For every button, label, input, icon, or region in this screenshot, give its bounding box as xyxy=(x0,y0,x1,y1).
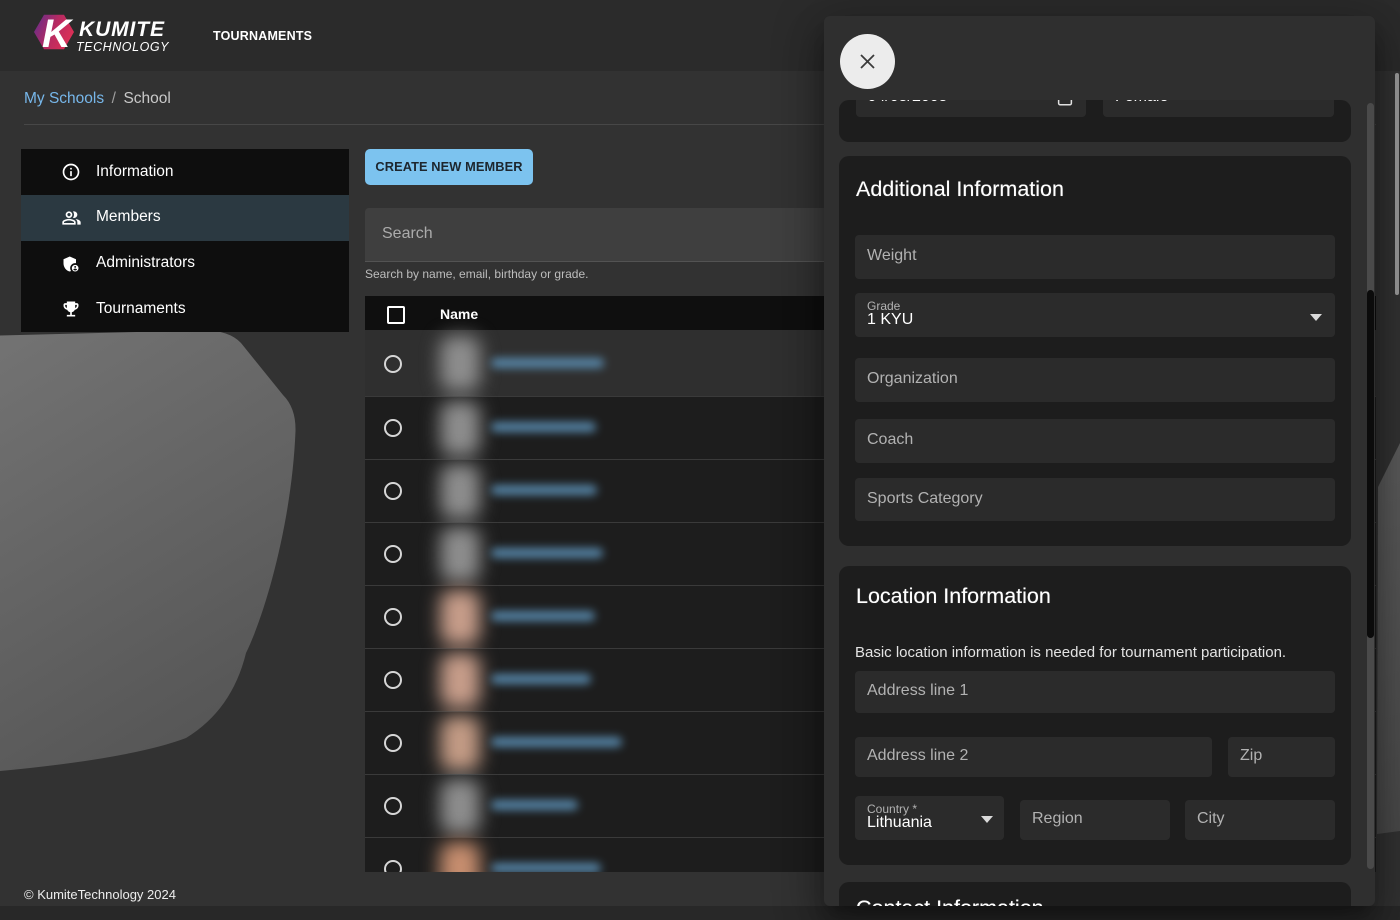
svg-text:K: K xyxy=(42,12,74,53)
